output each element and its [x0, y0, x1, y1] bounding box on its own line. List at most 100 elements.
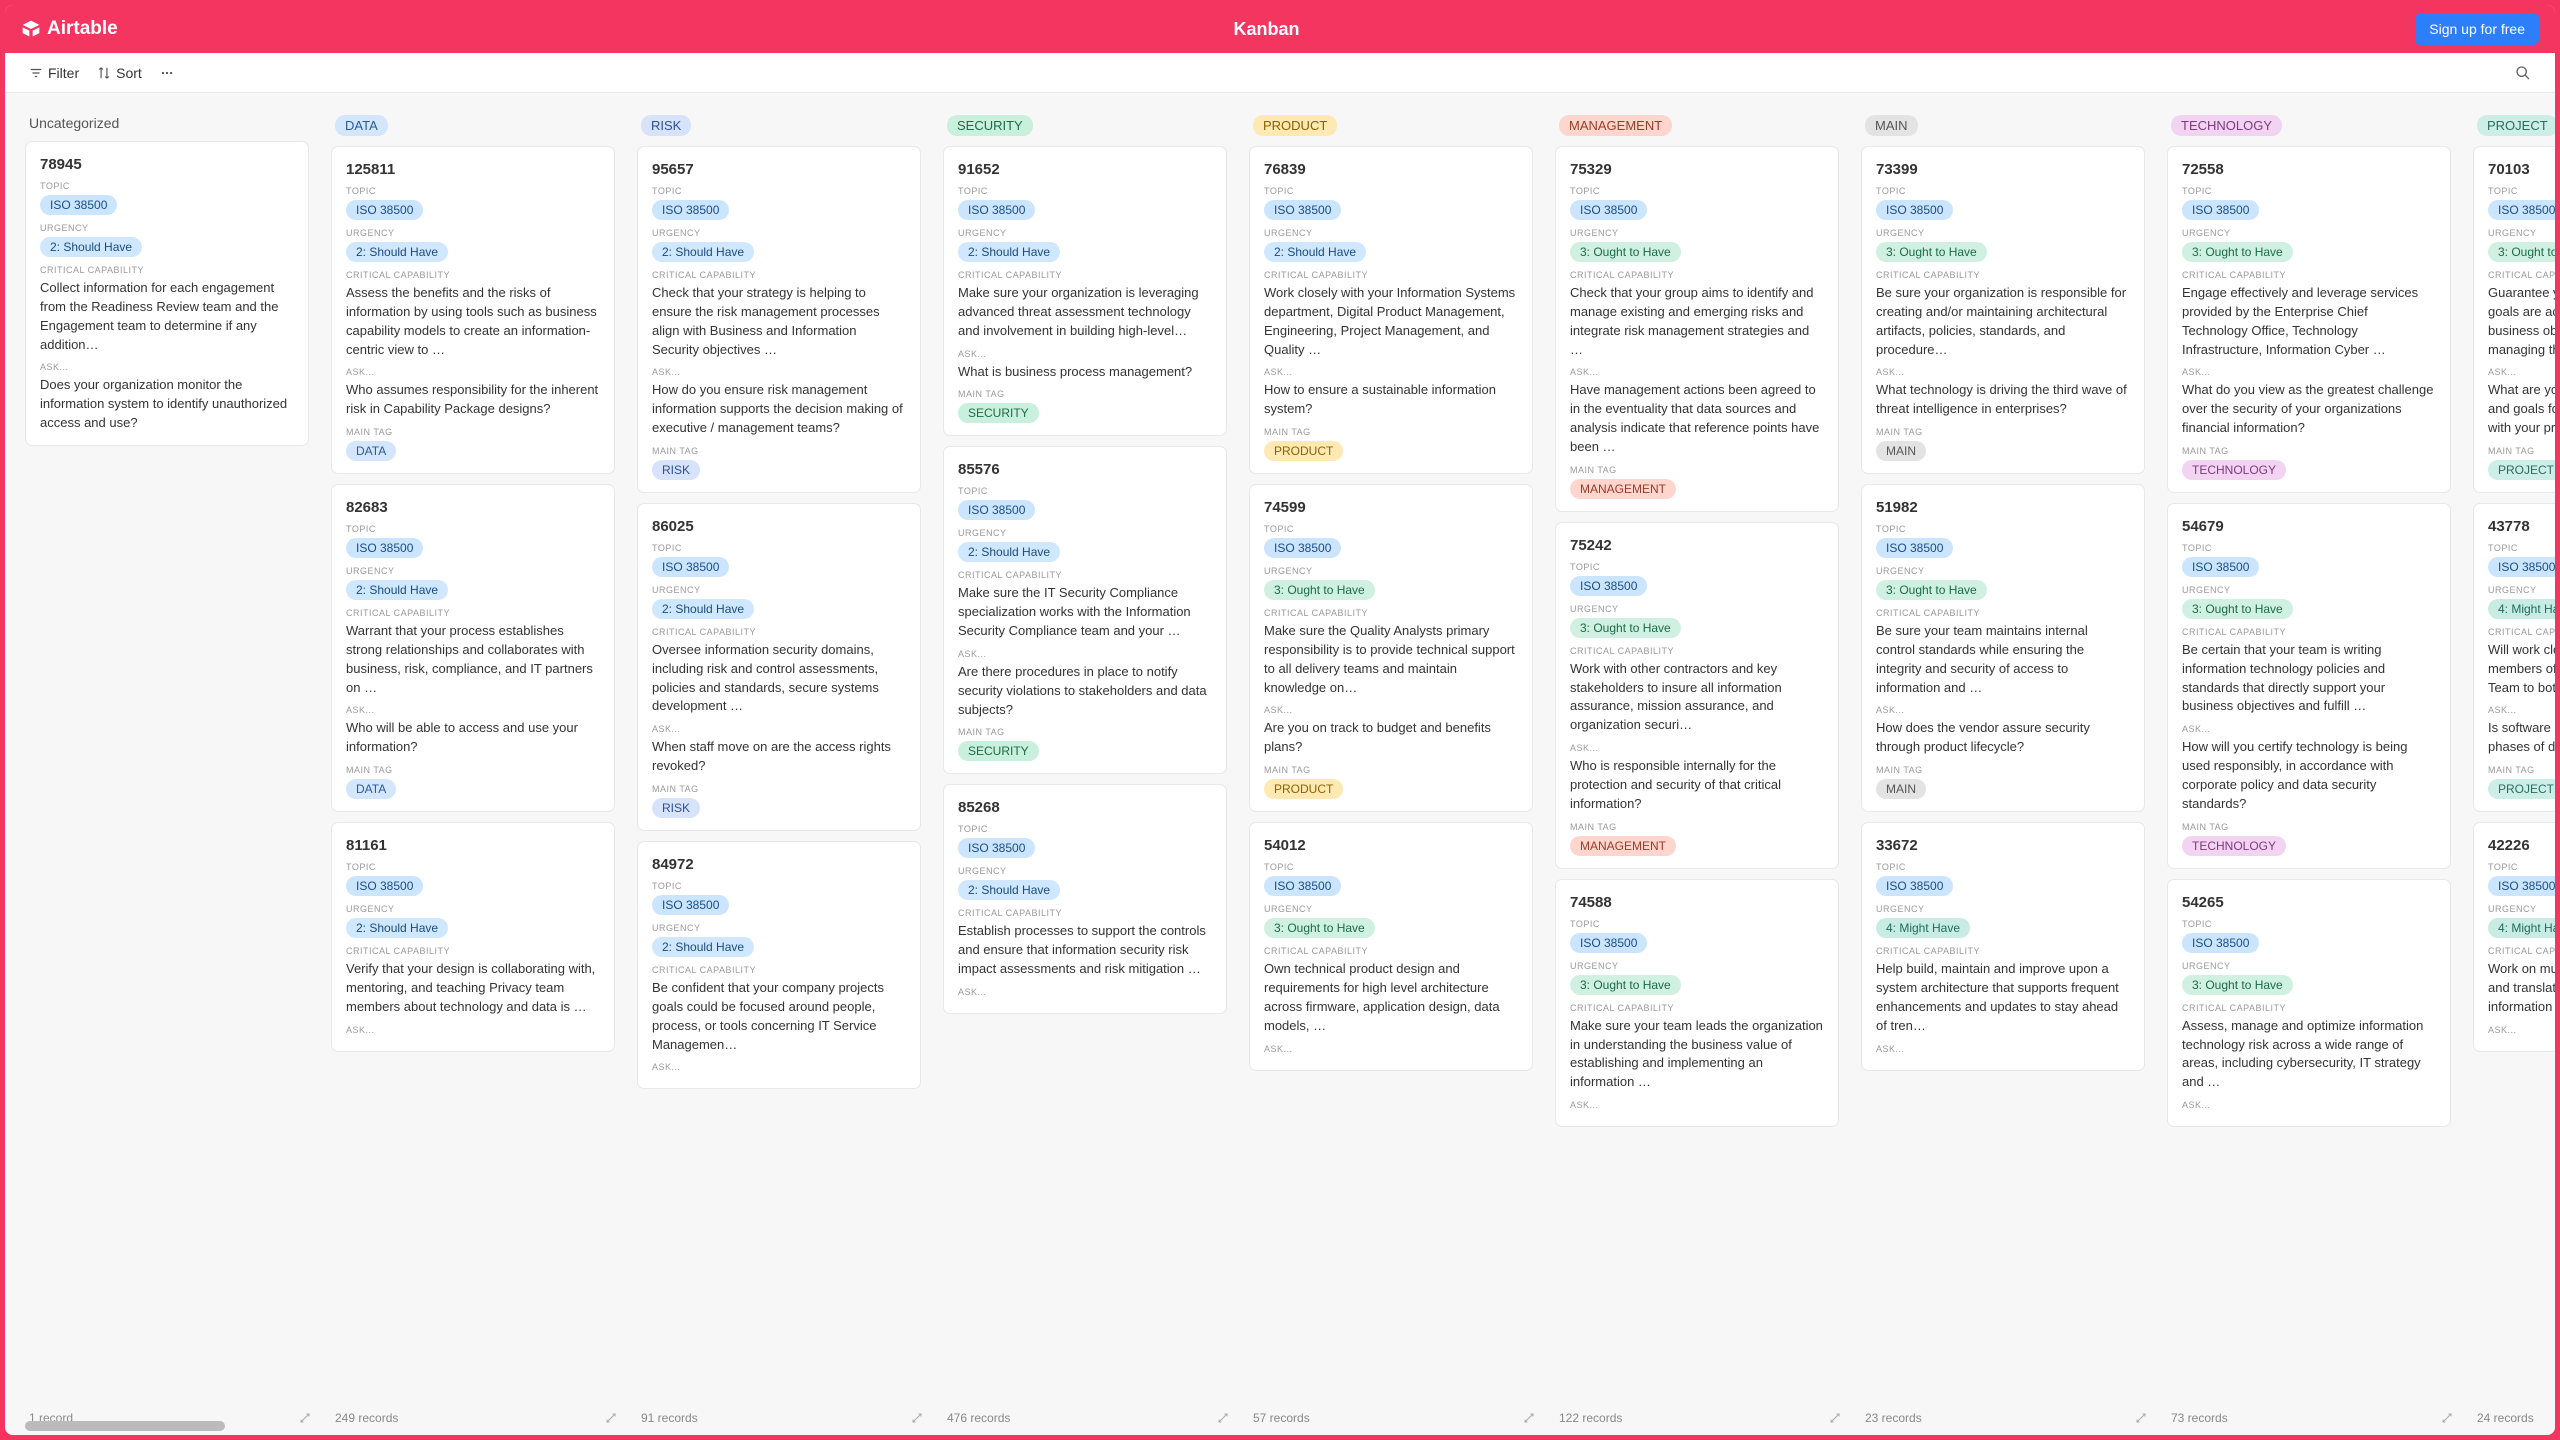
- kanban-card[interactable]: 84972TOPICISO 38500URGENCY2: Should Have…: [637, 841, 921, 1089]
- field-label: ASK...: [346, 367, 600, 377]
- urgency-value: 3: Ought to Have: [2182, 975, 2436, 995]
- column-body[interactable]: 70103TOPICISO 38500URGENCY3: Ought to Ha…: [2473, 146, 2555, 1405]
- search-icon[interactable]: [2515, 65, 2531, 81]
- column-header[interactable]: MANAGEMENT: [1555, 109, 1845, 146]
- kanban-card[interactable]: 85576TOPICISO 38500URGENCY2: Should Have…: [943, 446, 1227, 774]
- kanban-card[interactable]: 70103TOPICISO 38500URGENCY3: Ought to Ha…: [2473, 146, 2555, 493]
- field-label: TOPIC: [2488, 186, 2555, 196]
- ask-value: Have management actions been agreed to i…: [1570, 381, 1824, 456]
- field-label: CRITICAL CAPABILITY: [1876, 946, 2130, 956]
- kanban-card[interactable]: 75242TOPICISO 38500URGENCY3: Ought to Ha…: [1555, 522, 1839, 869]
- ask-value: How to ensure a sustainable information …: [1264, 381, 1518, 419]
- column-body[interactable]: 91652TOPICISO 38500URGENCY2: Should Have…: [943, 146, 1233, 1405]
- sort-button[interactable]: Sort: [97, 65, 142, 81]
- urgency-value: 2: Should Have: [652, 242, 906, 262]
- column-body[interactable]: 76839TOPICISO 38500URGENCY2: Should Have…: [1249, 146, 1539, 1405]
- field-label: URGENCY: [1264, 566, 1518, 576]
- field-label: MAIN TAG: [1876, 427, 2130, 437]
- signup-button[interactable]: Sign up for free: [2415, 13, 2539, 45]
- column-header[interactable]: MAIN: [1861, 109, 2151, 146]
- kanban-card[interactable]: 125811TOPICISO 38500URGENCY2: Should Hav…: [331, 146, 615, 474]
- field-label: TOPIC: [1570, 919, 1824, 929]
- field-label: MAIN TAG: [1264, 427, 1518, 437]
- maintag-value: TECHNOLOGY: [2182, 460, 2436, 480]
- expand-icon[interactable]: [2441, 1412, 2453, 1424]
- kanban-card[interactable]: 74588TOPICISO 38500URGENCY3: Ought to Ha…: [1555, 879, 1839, 1127]
- urgency-value: 2: Should Have: [958, 542, 1212, 562]
- kanban-card[interactable]: 33672TOPICISO 38500URGENCY4: Might HaveC…: [1861, 822, 2145, 1070]
- column-header[interactable]: PRODUCT: [1249, 109, 1539, 146]
- kanban-card[interactable]: 43778TOPICISO 38500URGENCY4: Might HaveC…: [2473, 503, 2555, 812]
- kanban-card[interactable]: 73399TOPICISO 38500URGENCY3: Ought to Ha…: [1861, 146, 2145, 474]
- more-button[interactable]: [160, 66, 174, 80]
- kanban-card[interactable]: 54265TOPICISO 38500URGENCY3: Ought to Ha…: [2167, 879, 2451, 1127]
- critical-value: Own technical product design and require…: [1264, 960, 1518, 1035]
- critical-value: Be confident that your company projects …: [652, 979, 906, 1054]
- column-header[interactable]: SECURITY: [943, 109, 1233, 146]
- expand-icon[interactable]: [1829, 1412, 1841, 1424]
- card-id: 75242: [1570, 537, 1824, 554]
- kanban-column: PROJECT70103TOPICISO 38500URGENCY3: Ough…: [2473, 109, 2555, 1425]
- field-label: URGENCY: [2488, 228, 2555, 238]
- field-label: MAIN TAG: [1876, 765, 2130, 775]
- record-count: 91 records: [641, 1411, 698, 1425]
- kanban-card[interactable]: 51982TOPICISO 38500URGENCY3: Ought to Ha…: [1861, 484, 2145, 812]
- column-body[interactable]: 72558TOPICISO 38500URGENCY3: Ought to Ha…: [2167, 146, 2457, 1405]
- field-label: ASK...: [1264, 367, 1518, 377]
- column-header[interactable]: RISK: [637, 109, 927, 146]
- column-body[interactable]: 125811TOPICISO 38500URGENCY2: Should Hav…: [331, 146, 621, 1405]
- card-id: 74599: [1264, 499, 1518, 516]
- column-body[interactable]: 78945TOPICISO 38500URGENCY2: Should Have…: [25, 141, 315, 1405]
- expand-icon[interactable]: [2135, 1412, 2147, 1424]
- kanban-card[interactable]: 54012TOPICISO 38500URGENCY3: Ought to Ha…: [1249, 822, 1533, 1070]
- horizontal-scrollbar[interactable]: [25, 1421, 225, 1431]
- kanban-column: TECHNOLOGY72558TOPICISO 38500URGENCY3: O…: [2167, 109, 2457, 1425]
- kanban-card[interactable]: 85268TOPICISO 38500URGENCY2: Should Have…: [943, 784, 1227, 1014]
- expand-icon[interactable]: [1217, 1412, 1229, 1424]
- field-label: CRITICAL CAPABILITY: [1876, 270, 2130, 280]
- kanban-card[interactable]: 54679TOPICISO 38500URGENCY3: Ought to Ha…: [2167, 503, 2451, 869]
- kanban-card[interactable]: 81161TOPICISO 38500URGENCY2: Should Have…: [331, 822, 615, 1052]
- filter-button[interactable]: Filter: [29, 65, 79, 81]
- kanban-card[interactable]: 76839TOPICISO 38500URGENCY2: Should Have…: [1249, 146, 1533, 474]
- column-header[interactable]: PROJECT: [2473, 109, 2555, 146]
- urgency-value: 3: Ought to Have: [2488, 242, 2555, 262]
- column-header[interactable]: Uncategorized: [25, 109, 315, 141]
- urgency-value: 2: Should Have: [346, 918, 600, 938]
- kanban-card[interactable]: 86025TOPICISO 38500URGENCY2: Should Have…: [637, 503, 921, 831]
- kanban-card[interactable]: 82683TOPICISO 38500URGENCY2: Should Have…: [331, 484, 615, 812]
- column-title: SECURITY: [947, 115, 1033, 136]
- kanban-card[interactable]: 91652TOPICISO 38500URGENCY2: Should Have…: [943, 146, 1227, 436]
- column-title: Uncategorized: [29, 115, 119, 131]
- card-id: 51982: [1876, 499, 2130, 516]
- column-footer: 23 records: [1861, 1405, 2151, 1425]
- topic-value: ISO 38500: [1876, 876, 2130, 896]
- field-label: TOPIC: [958, 824, 1212, 834]
- critical-value: Engage effectively and leverage services…: [2182, 284, 2436, 359]
- topic-value: ISO 38500: [2182, 933, 2436, 953]
- record-count: 23 records: [1865, 1411, 1922, 1425]
- column-body[interactable]: 95657TOPICISO 38500URGENCY2: Should Have…: [637, 146, 927, 1405]
- column-header[interactable]: DATA: [331, 109, 621, 146]
- expand-icon[interactable]: [1523, 1412, 1535, 1424]
- column-body[interactable]: 73399TOPICISO 38500URGENCY3: Ought to Ha…: [1861, 146, 2151, 1405]
- ask-value: When staff move on are the access rights…: [652, 738, 906, 776]
- field-label: TOPIC: [2488, 543, 2555, 553]
- field-label: MAIN TAG: [346, 427, 600, 437]
- kanban-card[interactable]: 42226TOPICISO 38500URGENCY4: Might HaveC…: [2473, 822, 2555, 1052]
- expand-icon[interactable]: [605, 1412, 617, 1424]
- ask-value: Who will be able to access and use your …: [346, 719, 600, 757]
- kanban-card[interactable]: 95657TOPICISO 38500URGENCY2: Should Have…: [637, 146, 921, 493]
- kanban-card[interactable]: 74599TOPICISO 38500URGENCY3: Ought to Ha…: [1249, 484, 1533, 812]
- field-label: CRITICAL CAPABILITY: [2182, 627, 2436, 637]
- field-label: ASK...: [652, 367, 906, 377]
- column-header[interactable]: TECHNOLOGY: [2167, 109, 2457, 146]
- kanban-card[interactable]: 75329TOPICISO 38500URGENCY3: Ought to Ha…: [1555, 146, 1839, 512]
- field-label: ASK...: [2182, 1100, 2436, 1110]
- column-body[interactable]: 75329TOPICISO 38500URGENCY3: Ought to Ha…: [1555, 146, 1845, 1405]
- kanban-card[interactable]: 72558TOPICISO 38500URGENCY3: Ought to Ha…: [2167, 146, 2451, 493]
- topic-value: ISO 38500: [1264, 538, 1518, 558]
- kanban-card[interactable]: 78945TOPICISO 38500URGENCY2: Should Have…: [25, 141, 309, 446]
- expand-icon[interactable]: [911, 1412, 923, 1424]
- expand-icon[interactable]: [299, 1412, 311, 1424]
